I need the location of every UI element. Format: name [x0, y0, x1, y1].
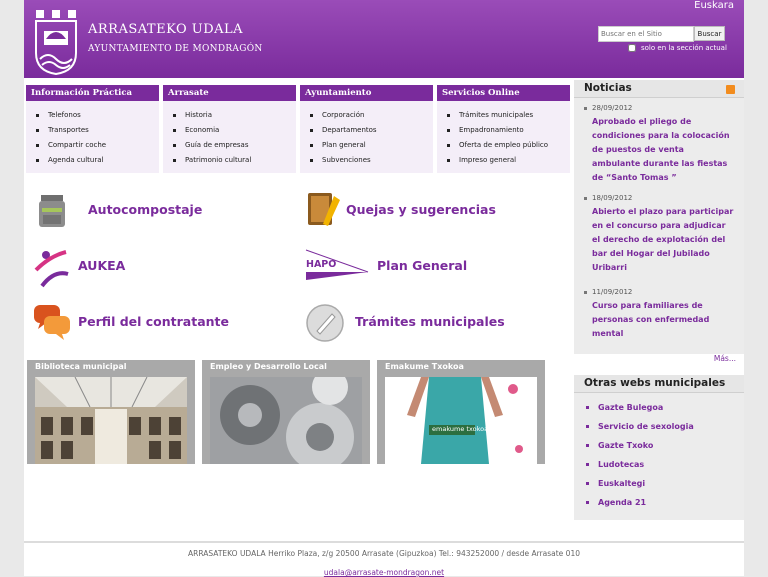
other-site-link[interactable]: Agenda 21: [584, 493, 744, 512]
other-site-link[interactable]: Ludotecas: [584, 455, 744, 474]
feature-label[interactable]: Perfil del contratante: [78, 314, 229, 329]
gears-photo: [210, 377, 362, 464]
nav-link[interactable]: Telefonos: [36, 108, 159, 123]
nav-link[interactable]: Transportes: [36, 123, 159, 138]
site-header: ARRASATEKO UDALA AYUNTAMIENTO DE MONDRAG…: [24, 0, 744, 78]
nav-link[interactable]: Agenda cultural: [36, 153, 159, 168]
site-title[interactable]: ARRASATEKO UDALA: [88, 22, 243, 37]
page: ARRASATEKO UDALA AYUNTAMIENTO DE MONDRAG…: [24, 0, 744, 577]
nav-link[interactable]: Oferta de empleo público: [447, 138, 570, 153]
news-link[interactable]: Abierto el plazo para participar en el c…: [584, 205, 734, 275]
news-header: Noticias: [574, 80, 744, 98]
library-photo: [35, 377, 187, 464]
nav-link[interactable]: Compartir coche: [36, 138, 159, 153]
nav-box-title[interactable]: Ayuntamiento: [300, 85, 433, 101]
tile-biblioteca[interactable]: Biblioteca municipal: [27, 360, 195, 464]
feature-label[interactable]: Trámites municipales: [355, 314, 505, 329]
tile-title[interactable]: Biblioteca municipal: [27, 360, 195, 376]
language-link[interactable]: Euskara: [694, 0, 734, 11]
other-site-link[interactable]: Euskaltegi: [584, 474, 744, 493]
feature-autocompostaje[interactable]: Autocompostaje: [32, 190, 292, 234]
feature-plan-general[interactable]: HAPO Plan General: [304, 246, 564, 290]
feature-label[interactable]: AUKEA: [78, 258, 125, 273]
other-site-link[interactable]: Gazte Bulegoa: [584, 398, 744, 417]
nav-link[interactable]: Subvenciones: [310, 153, 433, 168]
feature-quejas[interactable]: Quejas y sugerencias: [304, 190, 564, 234]
tile-title[interactable]: Empleo y Desarrollo Local: [202, 360, 370, 376]
section-only-label: solo en la sección actual: [641, 44, 727, 52]
nav-box-title[interactable]: Arrasate: [163, 85, 296, 101]
nav-link[interactable]: Economia: [173, 123, 296, 138]
tile-empleo[interactable]: Empleo y Desarrollo Local: [202, 360, 370, 464]
nav-link[interactable]: Trámites municipales: [447, 108, 570, 123]
other-sites-title: Otras webs municipales: [574, 375, 744, 393]
section-only-checkbox[interactable]: [628, 44, 636, 52]
feature-label[interactable]: Plan General: [377, 258, 467, 273]
nav-link[interactable]: Historia: [173, 108, 296, 123]
feature-perfil-contratante[interactable]: Perfil del contratante: [32, 302, 292, 346]
other-site-link[interactable]: Servicio de sexologia: [584, 417, 744, 436]
tile-emakume-txokoa[interactable]: Emakume Txokoa emakume txokoa: [377, 360, 545, 464]
news-link[interactable]: Aprobado el pliego de condiciones para l…: [584, 115, 734, 185]
news-title: Noticias: [574, 80, 744, 98]
nav-box-arrasate: Arrasate Historia Economia Guía de empre…: [163, 85, 296, 173]
nav-link[interactable]: Corporación: [310, 108, 433, 123]
footer-address: ARRASATEKO UDALA Herriko Plaza, z/g 2050…: [188, 549, 580, 558]
nav-box-informacion: Información Práctica Telefonos Transport…: [26, 85, 159, 173]
emakume-txokoa-photo: [385, 377, 537, 464]
news-item: 28/09/2012 Aprobado el pliego de condici…: [584, 104, 734, 185]
search-input[interactable]: [598, 26, 694, 42]
nav-box-ayuntamiento: Ayuntamiento Corporación Departamentos P…: [300, 85, 433, 173]
nav-link[interactable]: Departamentos: [310, 123, 433, 138]
feature-aukea[interactable]: AUKEA: [32, 246, 292, 290]
compost-bin-icon: [39, 195, 65, 227]
hapo-logo-text: HAPO: [306, 259, 337, 270]
nav-box-servicios-online: Servicios Online Trámites municipales Em…: [437, 85, 570, 173]
coat-of-arms-icon[interactable]: [34, 9, 78, 75]
feature-tramites[interactable]: Trámites municipales: [304, 302, 564, 346]
news-date: 11/09/2012: [584, 288, 734, 296]
nav-link[interactable]: Guía de empresas: [173, 138, 296, 153]
news-item: 18/09/2012 Abierto el plazo para partici…: [584, 194, 734, 275]
nav-link[interactable]: Impreso general: [447, 153, 570, 168]
other-sites-box: Otras webs municipales Gazte Bulegoa Ser…: [574, 375, 744, 520]
tile-title[interactable]: Emakume Txokoa: [377, 360, 545, 376]
search-button[interactable]: Buscar: [694, 26, 725, 41]
news-date: 18/09/2012: [584, 194, 734, 202]
nav-box-title[interactable]: Información Práctica: [26, 85, 159, 101]
nav-link[interactable]: Patrimonio cultural: [173, 153, 296, 168]
pencil-circle-icon: [306, 304, 344, 342]
news-item: 11/09/2012 Curso para familiares de pers…: [584, 288, 734, 341]
site-subtitle[interactable]: AYUNTAMIENTO DE MONDRAGÓN: [88, 44, 263, 54]
news-more-link[interactable]: Más...: [714, 354, 736, 363]
feature-label[interactable]: Autocompostaje: [88, 202, 202, 217]
news-list: 28/09/2012 Aprobado el pliego de condici…: [574, 98, 744, 354]
news-date: 28/09/2012: [584, 104, 734, 112]
nav-link[interactable]: Plan general: [310, 138, 433, 153]
news-link[interactable]: Curso para familiares de personas con en…: [584, 299, 734, 341]
other-site-link[interactable]: Gazte Txoko: [584, 436, 744, 455]
tile-image-text: emakume txokoa: [432, 425, 489, 433]
notebook-pen-icon: [308, 193, 340, 226]
nav-link[interactable]: Empadronamiento: [447, 123, 570, 138]
footer-divider: [24, 541, 744, 543]
aukea-logo-icon: [34, 250, 69, 288]
feature-label[interactable]: Quejas y sugerencias: [346, 202, 496, 217]
rss-icon[interactable]: [726, 85, 735, 94]
nav-box-title[interactable]: Servicios Online: [437, 85, 570, 101]
speech-bubbles-icon: [34, 305, 70, 340]
